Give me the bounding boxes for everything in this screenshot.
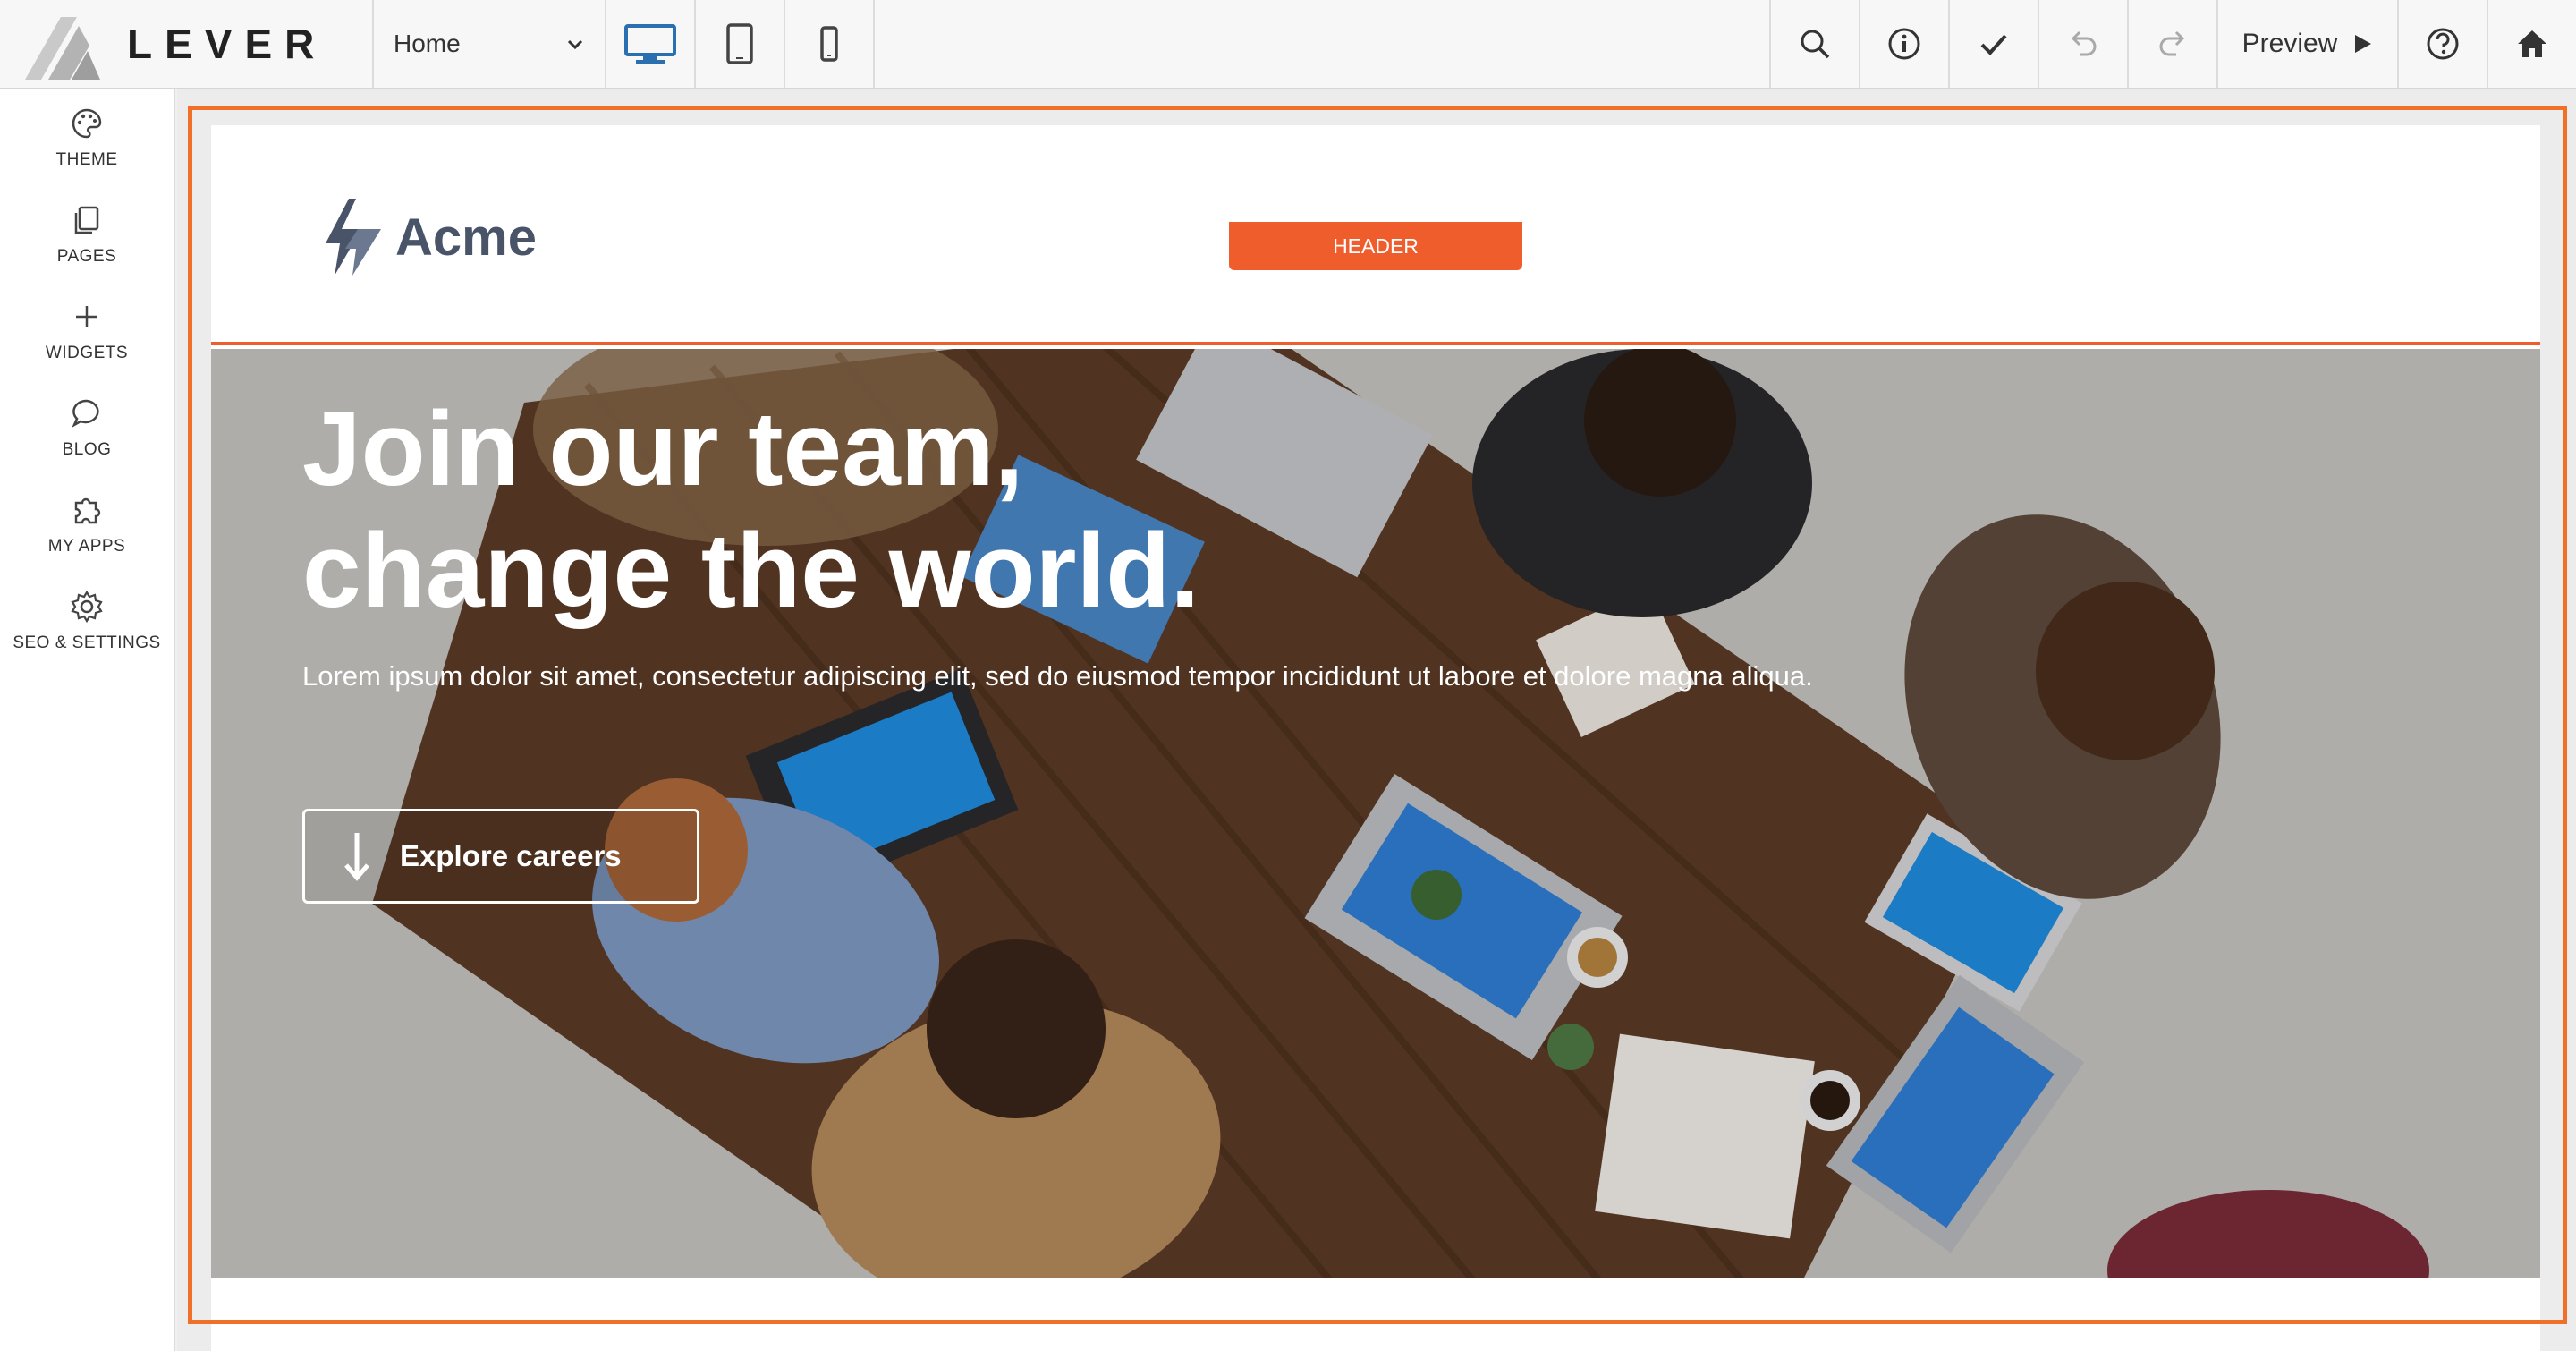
page-select-value: Home — [394, 30, 461, 57]
home-button[interactable] — [2487, 0, 2576, 88]
sidebar-item-pages[interactable]: PAGES — [0, 186, 174, 283]
sidebar-item-label: WIDGETS — [45, 344, 129, 362]
tablet-icon — [726, 23, 753, 64]
redo-icon — [2159, 30, 2185, 56]
sidebar-item-widgets[interactable]: WIDGETS — [0, 283, 174, 379]
mobile-icon — [820, 26, 838, 62]
palette-icon — [72, 108, 102, 139]
redo-button[interactable] — [2127, 0, 2216, 88]
sidebar-item-theme[interactable]: THEME — [0, 89, 174, 186]
chevron-down-icon — [567, 39, 583, 50]
lever-logo-icon — [25, 17, 100, 80]
info-icon — [1888, 28, 1920, 60]
search-icon — [1801, 30, 1830, 59]
mobile-view-button[interactable] — [785, 0, 875, 88]
puzzle-icon — [74, 497, 101, 524]
section-badge-header[interactable]: HEADER — [1229, 222, 1522, 270]
sidebar-item-label: PAGES — [56, 247, 117, 266]
preview-button[interactable]: Preview — [2216, 0, 2397, 88]
sidebar-item-label: MY APPS — [47, 537, 126, 556]
desktop-view-button[interactable] — [606, 0, 696, 88]
undo-icon — [2071, 30, 2097, 56]
help-button[interactable] — [2397, 0, 2487, 88]
page-select-dropdown[interactable]: Home — [374, 0, 606, 88]
info-button[interactable] — [1859, 0, 1948, 88]
home-icon — [2518, 30, 2546, 57]
tablet-view-button[interactable] — [696, 0, 785, 88]
sidebar-item-my-apps[interactable]: MY APPS — [0, 476, 174, 573]
sidebar-item-label: BLOG — [62, 440, 112, 459]
sidebar-item-blog[interactable]: BLOG — [0, 379, 174, 476]
logo-text: LEVER — [127, 21, 327, 67]
left-sidebar: THEME PAGES WIDGETS BLOG MY APPS SEO & S… — [0, 89, 175, 1351]
lever-logo[interactable]: LEVER — [0, 0, 374, 88]
gear-icon — [71, 590, 103, 624]
pages-icon — [74, 206, 99, 234]
sidebar-item-label: THEME — [55, 150, 118, 169]
check-icon — [1980, 34, 2007, 55]
undo-button[interactable] — [2038, 0, 2127, 88]
sidebar-item-label: SEO & SETTINGS — [13, 633, 161, 652]
help-icon — [2427, 28, 2459, 60]
plus-icon — [76, 306, 97, 327]
search-button[interactable] — [1769, 0, 1859, 88]
selected-section-outline — [188, 106, 2567, 1324]
chat-bubble-icon — [72, 399, 99, 428]
preview-label: Preview — [2241, 29, 2338, 58]
sidebar-item-seo-settings[interactable]: SEO & SETTINGS — [0, 573, 174, 669]
desktop-icon — [624, 24, 676, 64]
play-icon — [2355, 35, 2372, 53]
top-toolbar: LEVER Home Preview — [0, 0, 2576, 89]
publish-check-button[interactable] — [1948, 0, 2038, 88]
